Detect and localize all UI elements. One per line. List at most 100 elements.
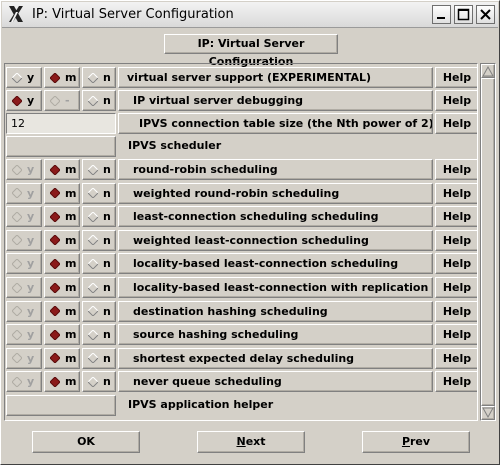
option-n-radio[interactable]: n — [82, 347, 116, 369]
diamond-on-icon — [12, 95, 22, 106]
help-button[interactable]: Help — [435, 229, 477, 251]
option-n-radio[interactable]: n — [82, 277, 116, 298]
diamond-off-icon — [88, 282, 98, 293]
option-m-radio[interactable]: m — [44, 277, 80, 298]
option-n-label: n — [103, 210, 111, 224]
minimize-icon — [437, 17, 445, 19]
next-button[interactable]: Next — [197, 431, 305, 453]
diamond-off-icon — [88, 95, 98, 106]
option-n-radio[interactable]: n — [82, 182, 116, 204]
close-button[interactable] — [476, 5, 495, 24]
diamond-disabled-icon — [12, 188, 22, 199]
window-title: IP: Virtual Server Configuration — [32, 7, 234, 22]
option-m-label: m — [65, 375, 77, 389]
option-y-radio[interactable]: y — [6, 67, 42, 88]
blank-cell — [6, 395, 116, 416]
option-y-label: y — [27, 281, 35, 294]
option-n-radio[interactable]: n — [82, 67, 116, 88]
option-m-radio[interactable]: m — [44, 159, 80, 180]
option-label: least-connection scheduling scheduling — [118, 206, 433, 228]
help-button[interactable]: Help — [435, 371, 477, 393]
diamond-disabled-icon — [50, 95, 60, 106]
option-label: source hashing scheduling — [118, 324, 433, 346]
option-m-radio[interactable]: m — [44, 182, 80, 204]
section-row: IPVS scheduler — [5, 135, 477, 157]
prev-label: rev — [410, 435, 431, 448]
next-label: ext — [245, 435, 266, 448]
option-y-label: y — [27, 233, 35, 247]
prev-button[interactable]: Prev — [362, 431, 470, 453]
section-label: IPVS application helper — [128, 398, 274, 411]
option-label: destination hashing scheduling — [118, 300, 433, 322]
diamond-on-icon — [50, 282, 60, 293]
diamond-on-icon — [50, 329, 60, 340]
option-label: weighted least-connection scheduling — [118, 229, 433, 251]
diamond-off-icon — [88, 329, 98, 340]
option-n-label: n — [103, 71, 111, 84]
option-m-radio[interactable]: m — [44, 229, 80, 251]
option-m-radio[interactable]: m — [44, 371, 80, 393]
maximize-button[interactable] — [454, 5, 473, 24]
blank-cell — [6, 136, 116, 157]
diamond-off-icon — [88, 188, 98, 199]
diamond-disabled-icon — [12, 258, 22, 269]
config-window: IP: Virtual Server Configuration IP: Vir… — [0, 0, 500, 465]
option-n-radio[interactable]: n — [82, 371, 116, 393]
option-n-radio[interactable]: n — [82, 324, 116, 346]
diamond-disabled-icon — [12, 353, 22, 364]
prev-mnemonic: P — [401, 435, 410, 448]
option-n-radio[interactable]: n — [82, 253, 116, 275]
help-button[interactable]: Help — [435, 113, 477, 134]
option-m-label: m — [65, 328, 77, 342]
diamond-on-icon — [50, 72, 60, 83]
help-button[interactable]: Help — [435, 277, 477, 298]
option-row: y - n IP virtual server debugging Help — [5, 89, 477, 111]
diamond-off-icon — [88, 353, 98, 364]
option-m-radio[interactable]: m — [44, 253, 80, 275]
option-y-label: y — [27, 375, 35, 389]
ok-button[interactable]: OK — [32, 431, 140, 453]
option-n-label: n — [103, 233, 111, 247]
help-button[interactable]: Help — [435, 159, 477, 180]
vertical-scrollbar[interactable] — [480, 63, 496, 421]
option-m-radio[interactable]: m — [44, 347, 80, 369]
option-n-radio[interactable]: n — [82, 90, 116, 111]
option-m-radio[interactable]: m — [44, 324, 80, 346]
option-row: y m n shortest expected delay scheduling Hel… — [5, 347, 477, 369]
option-n-radio[interactable]: n — [82, 300, 116, 322]
title-bar[interactable]: IP: Virtual Server Configuration — [2, 2, 498, 28]
help-button[interactable]: Help — [435, 206, 477, 228]
scroll-thumb[interactable] — [481, 78, 495, 406]
option-m-label: m — [65, 304, 77, 318]
help-button[interactable]: Help — [435, 347, 477, 369]
option-n-radio[interactable]: n — [82, 159, 116, 180]
option-y-radio[interactable]: y — [6, 90, 42, 111]
option-n-radio[interactable]: n — [82, 206, 116, 228]
help-button[interactable]: Help — [435, 182, 477, 204]
option-m-label: m — [65, 186, 77, 200]
option-y-label: y — [27, 163, 35, 176]
help-button[interactable]: Help — [435, 300, 477, 322]
help-button[interactable]: Help — [435, 67, 477, 88]
table-size-input[interactable]: 12 — [6, 113, 116, 134]
option-n-radio[interactable]: n — [82, 229, 116, 251]
option-m-radio[interactable]: m — [44, 67, 80, 88]
option-y-label: y — [27, 351, 35, 365]
option-label: locality-based least-connection scheduli… — [118, 253, 433, 275]
scroll-up-button[interactable] — [481, 64, 495, 78]
minimize-button[interactable] — [432, 5, 451, 24]
section-header-button[interactable]: IP: Virtual Server Configuration — [164, 34, 338, 68]
option-m-label: m — [65, 281, 77, 294]
scroll-down-button[interactable] — [481, 406, 495, 420]
option-row: y m n source hashing scheduling Help — [5, 323, 477, 346]
help-button[interactable]: Help — [435, 90, 477, 111]
arrow-up-icon — [482, 65, 494, 77]
option-n-label: n — [103, 163, 111, 176]
option-m-radio[interactable]: m — [44, 206, 80, 228]
option-m-radio[interactable]: m — [44, 300, 80, 322]
option-row: y m n locality-based least-connection sched… — [5, 252, 477, 275]
help-button[interactable]: Help — [435, 253, 477, 275]
diamond-off-icon — [88, 72, 98, 83]
option-row: 12 IPVS connection table size (the Nth p… — [5, 112, 477, 134]
help-button[interactable]: Help — [435, 324, 477, 346]
